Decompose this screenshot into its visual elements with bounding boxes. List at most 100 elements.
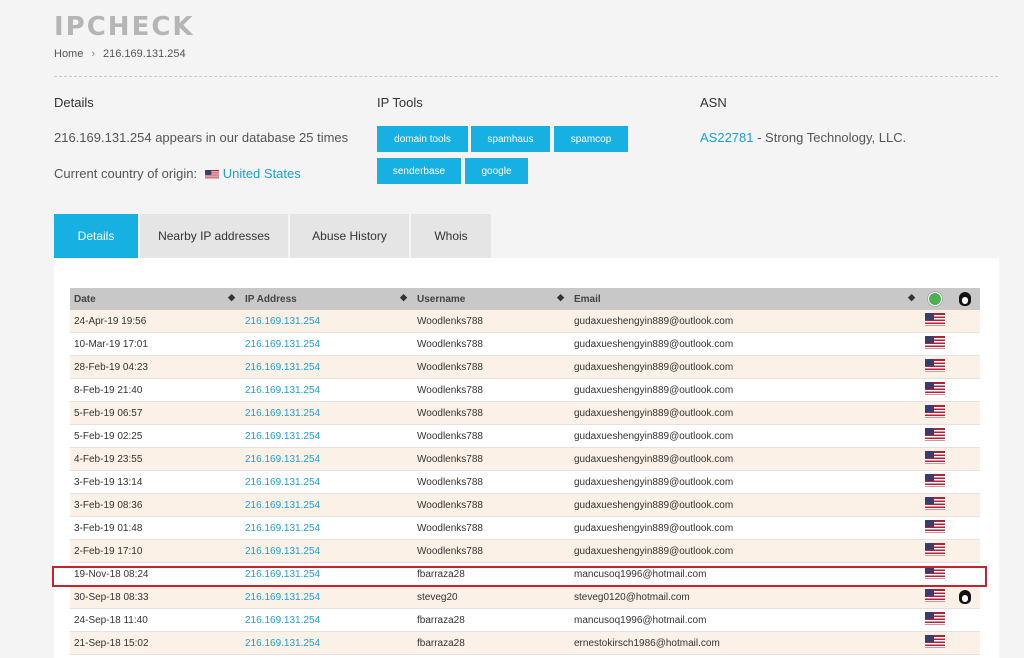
sort-icon[interactable]: ◆ [908,292,915,303]
sort-icon[interactable]: ◆ [400,292,407,303]
cell-date: 24-Sep-18 11:40 [70,608,241,632]
sort-icon[interactable]: ◆ [557,292,564,303]
cell-os [949,539,980,563]
google-button[interactable]: google [465,158,528,184]
cell-username: fbarraza28 [413,631,570,655]
tab-abuse-history[interactable]: Abuse History [290,214,409,258]
cell-date: 28-Feb-19 04:23 [70,355,241,379]
table-row: 5-Feb-19 06:57 216.169.131.254 Woodlenks78… [70,401,980,425]
globe-icon [928,292,942,306]
cell-ip[interactable]: 216.169.131.254 [241,401,413,425]
cell-ip[interactable]: 216.169.131.254 [241,608,413,632]
cell-date: 5-Feb-19 06:57 [70,401,241,425]
highlight-box [52,566,987,587]
senderbase-button[interactable]: senderbase [377,158,461,184]
sort-icon[interactable]: ◆ [228,292,235,303]
cell-username: Woodlenks788 [413,447,570,471]
breadcrumb-separator: › [91,48,96,60]
cell-ip[interactable]: 216.169.131.254 [241,378,413,402]
asn-link[interactable]: AS22781 [700,130,754,145]
cell-ip[interactable]: 216.169.131.254 [241,332,413,356]
table-row: 24-Sep-18 11:40 216.169.131.254 fbarraza28… [70,608,980,632]
cell-ip[interactable]: 216.169.131.254 [241,470,413,494]
cell-ip[interactable]: 216.169.131.254 [241,585,413,609]
cell-username: Woodlenks788 [413,470,570,494]
us-flag-icon [925,612,945,625]
column-email[interactable]: Email ◆ [570,288,921,310]
cell-ip[interactable]: 216.169.131.254 [241,539,413,563]
asn-info: AS22781 - Strong Technology, LLC. [700,130,906,145]
cell-username: Woodlenks788 [413,355,570,379]
cell-ip[interactable]: 216.169.131.254 [241,516,413,540]
cell-os [949,332,980,356]
us-flag-icon [925,336,945,349]
cell-ip[interactable]: 216.169.131.254 [241,355,413,379]
cell-email: gudaxueshengyin889@outlook.com [570,355,921,379]
cell-os [949,355,980,379]
cell-date: 24-Apr-19 19:56 [70,310,241,333]
column-username[interactable]: Username ◆ [413,288,570,310]
us-flag-icon [925,543,945,556]
cell-email: ernestokirsch1986@hotmail.com [570,631,921,655]
divider [54,76,998,77]
cell-username: Woodlenks788 [413,539,570,563]
ip-tools-heading: IP Tools [377,95,423,110]
cell-email: gudaxueshengyin889@outlook.com [570,447,921,471]
spamcop-button[interactable]: spamcop [554,126,628,152]
cell-ip[interactable]: 216.169.131.254 [241,631,413,655]
country-link[interactable]: United States [223,166,301,181]
cell-date: 2-Feb-19 17:10 [70,539,241,563]
cell-country [921,539,949,563]
cell-ip[interactable]: 216.169.131.254 [241,310,413,333]
cell-username: fbarraza28 [413,608,570,632]
tab-details[interactable]: Details [54,214,138,258]
cell-date: 30-Sep-18 08:33 [70,585,241,609]
tab-nearby-ip[interactable]: Nearby IP addresses [140,214,288,258]
cell-ip[interactable]: 216.169.131.254 [241,424,413,448]
cell-country [921,608,949,632]
table-row: 24-Apr-19 19:56 216.169.131.254 Woodlenks7… [70,310,980,333]
breadcrumb-home[interactable]: Home [54,48,83,60]
table-row: 5-Feb-19 02:25 216.169.131.254 Woodlenks78… [70,424,980,448]
cell-email: gudaxueshengyin889@outlook.com [570,424,921,448]
linux-icon [958,590,971,604]
domain-tools-button[interactable]: domain tools [377,126,468,152]
tab-whois[interactable]: Whois [411,214,491,258]
cell-ip[interactable]: 216.169.131.254 [241,447,413,471]
cell-email: gudaxueshengyin889@outlook.com [570,310,921,333]
cell-email: gudaxueshengyin889@outlook.com [570,539,921,563]
cell-ip[interactable]: 216.169.131.254 [241,493,413,517]
cell-os [949,401,980,425]
asn-heading: ASN [700,95,727,110]
details-heading: Details [54,95,94,110]
table-row: 21-Sep-18 15:02 216.169.131.254 fbarraza28… [70,631,980,655]
cell-os [949,516,980,540]
table-row: 4-Feb-19 23:55 216.169.131.254 Woodlenks78… [70,447,980,471]
site-logo[interactable]: IPCHECK [54,12,195,42]
cell-date: 8-Feb-19 21:40 [70,378,241,402]
cell-email: gudaxueshengyin889@outlook.com [570,332,921,356]
cell-email: gudaxueshengyin889@outlook.com [570,401,921,425]
cell-date: 3-Feb-19 08:36 [70,493,241,517]
column-date[interactable]: Date ◆ [70,288,241,310]
database-count-text: 216.169.131.254 appears in our database … [54,130,349,145]
us-flag-icon [925,589,945,602]
cell-os [949,631,980,655]
cell-username: Woodlenks788 [413,516,570,540]
cell-date: 21-Sep-18 15:02 [70,631,241,655]
cell-email: gudaxueshengyin889@outlook.com [570,378,921,402]
spamhaus-button[interactable]: spamhaus [471,126,550,152]
column-ip-address[interactable]: IP Address ◆ [241,288,413,310]
cell-os [949,378,980,402]
table-row: 3-Feb-19 08:36 216.169.131.254 Woodlenks78… [70,493,980,517]
breadcrumb-current: 216.169.131.254 [103,48,186,60]
cell-country [921,493,949,517]
cell-email: gudaxueshengyin889@outlook.com [570,470,921,494]
cell-country [921,585,949,609]
cell-country [921,447,949,471]
cell-os [949,585,980,609]
cell-username: Woodlenks788 [413,332,570,356]
cell-date: 5-Feb-19 02:25 [70,424,241,448]
cell-country [921,332,949,356]
breadcrumb: Home › 216.169.131.254 [54,48,186,60]
